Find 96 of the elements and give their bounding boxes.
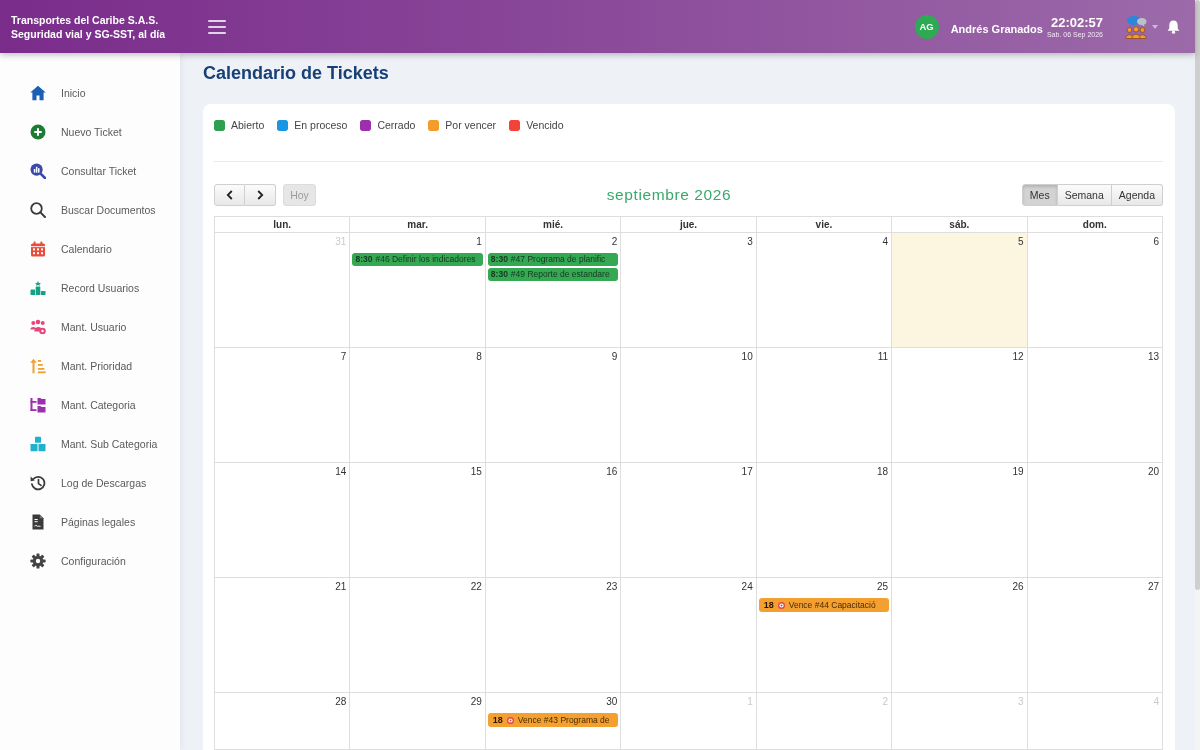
target-icon	[777, 601, 785, 609]
day-number: 11	[877, 350, 889, 363]
chevron-right-icon	[256, 190, 264, 200]
clock-time: 22:02:57	[1050, 14, 1103, 30]
day-number: 22	[470, 580, 482, 593]
chevron-left-icon	[226, 190, 233, 200]
people-group-icon	[1125, 14, 1147, 39]
day-number: 25	[877, 580, 889, 593]
day-number: 15	[470, 465, 482, 478]
day-number: 29	[470, 695, 482, 708]
user-avatar: AG	[914, 14, 939, 39]
day-number: 17	[741, 465, 753, 478]
document-icon	[30, 513, 46, 530]
legend-label: Por vencer	[445, 119, 497, 131]
menu-icon	[208, 19, 226, 34]
day-number: 1	[476, 235, 482, 248]
notifications-button[interactable]	[1167, 19, 1180, 34]
view-tab[interactable]: Semana	[1057, 184, 1112, 206]
weekday-header: lun.	[215, 217, 351, 233]
folder-tree-icon	[30, 396, 46, 413]
view-tab[interactable]: Agenda	[1111, 184, 1163, 206]
day-number: 6	[1153, 235, 1159, 248]
legend-label: Cerrado	[377, 119, 416, 131]
sidebar-item[interactable]: Mant. Categoria	[0, 385, 142, 424]
sidebar-item[interactable]: Log de Descargas	[0, 463, 153, 502]
legend-label: Abierto	[231, 119, 265, 131]
scrollbar-thumb[interactable]	[1195, 0, 1200, 590]
day-number: 16	[606, 465, 618, 478]
history-icon	[30, 474, 46, 491]
day-number: 12	[1012, 350, 1024, 363]
legend-label: Vencido	[526, 119, 564, 131]
day-number: 30	[606, 695, 618, 708]
due-event[interactable]: 18 Vence #44 Capacitació	[758, 598, 890, 612]
boxes-icon	[30, 435, 46, 452]
day-number: 14	[335, 465, 347, 478]
due-event[interactable]: 18 Vence #43 Programa de	[487, 713, 619, 727]
weekday-header: mar.	[350, 217, 486, 233]
sidebar-item[interactable]: Record Usuarios	[0, 268, 146, 307]
target-icon	[506, 716, 514, 724]
day-number: 7	[340, 350, 347, 363]
calendar-event[interactable]: 8:30 #49 Reporte de estandare	[487, 268, 619, 281]
day-number: 21	[335, 580, 347, 593]
podium-icon	[30, 279, 46, 296]
day-number: 23	[606, 580, 618, 593]
page-title: Calendario de Tickets	[203, 62, 389, 84]
weekday-header: jue.	[621, 217, 757, 233]
sidebar-item[interactable]: Calendario	[0, 229, 118, 268]
day-number: 10	[741, 350, 753, 363]
brand-name: Transportes del Caribe S.A.S.	[11, 12, 159, 27]
next-button[interactable]	[245, 184, 276, 206]
weekday-header: mié.	[485, 217, 622, 233]
calendar-event[interactable]: 8:30 #46 Definir los indicadores	[352, 253, 483, 266]
home-icon	[30, 84, 46, 101]
gear-icon	[30, 552, 46, 569]
day-number: 9	[611, 350, 618, 363]
day-number: 5	[1018, 235, 1024, 248]
day-number: 2	[611, 235, 618, 248]
menu-button[interactable]	[208, 19, 226, 34]
day-number: 27	[1147, 580, 1159, 593]
sort-up-icon	[30, 357, 46, 374]
sidebar-item[interactable]: Consultar Ticket	[0, 151, 143, 190]
sidebar-item[interactable]: Inicio	[0, 73, 92, 112]
user-name: Andrés Granados	[950, 23, 1043, 35]
view-tab[interactable]: Mes	[1021, 184, 1058, 206]
day-number: 3	[747, 235, 753, 248]
calendar-icon	[30, 240, 46, 257]
legend-label: En proceso	[294, 119, 348, 131]
bell-icon	[1167, 19, 1180, 34]
weekday-header: vie.	[756, 217, 893, 233]
day-number: 24	[741, 580, 753, 593]
plus-circle-icon	[30, 123, 46, 140]
calendar-event[interactable]: 8:30 #47 Programa de planific	[487, 253, 619, 266]
day-number: 18	[877, 465, 889, 478]
day-number: 8	[476, 350, 482, 363]
day-number: 28	[335, 695, 347, 708]
day-number: 26	[1012, 580, 1024, 593]
day-number: 13	[1147, 350, 1159, 363]
day-number: 20	[1147, 465, 1159, 478]
sidebar-item[interactable]: Mant. Prioridad	[0, 346, 139, 385]
sidebar-item[interactable]: Buscar Documentos	[0, 190, 162, 229]
caret-icon	[1152, 24, 1158, 29]
users-gear-icon	[30, 318, 46, 335]
sidebar-item[interactable]: Páginas legales	[0, 502, 142, 541]
weekday-header: dom.	[1027, 217, 1163, 233]
month-title: septiembre 2026	[606, 186, 732, 204]
chart-search-icon	[30, 162, 46, 179]
sidebar-item[interactable]: Configuración	[0, 541, 132, 580]
day-number: 19	[1012, 465, 1024, 478]
user-menu-button[interactable]	[1125, 14, 1158, 39]
day-number: 4	[882, 235, 889, 248]
sidebar-item[interactable]: Mant. Usuario	[0, 307, 133, 346]
sidebar-item[interactable]: Mant. Sub Categoria	[0, 424, 164, 463]
brand-tagline: Seguridad vial y SG-SST, al día	[11, 26, 166, 41]
sidebar-item[interactable]: Nuevo Ticket	[0, 112, 128, 151]
search-icon	[30, 201, 46, 218]
previous-button[interactable]	[214, 184, 245, 206]
